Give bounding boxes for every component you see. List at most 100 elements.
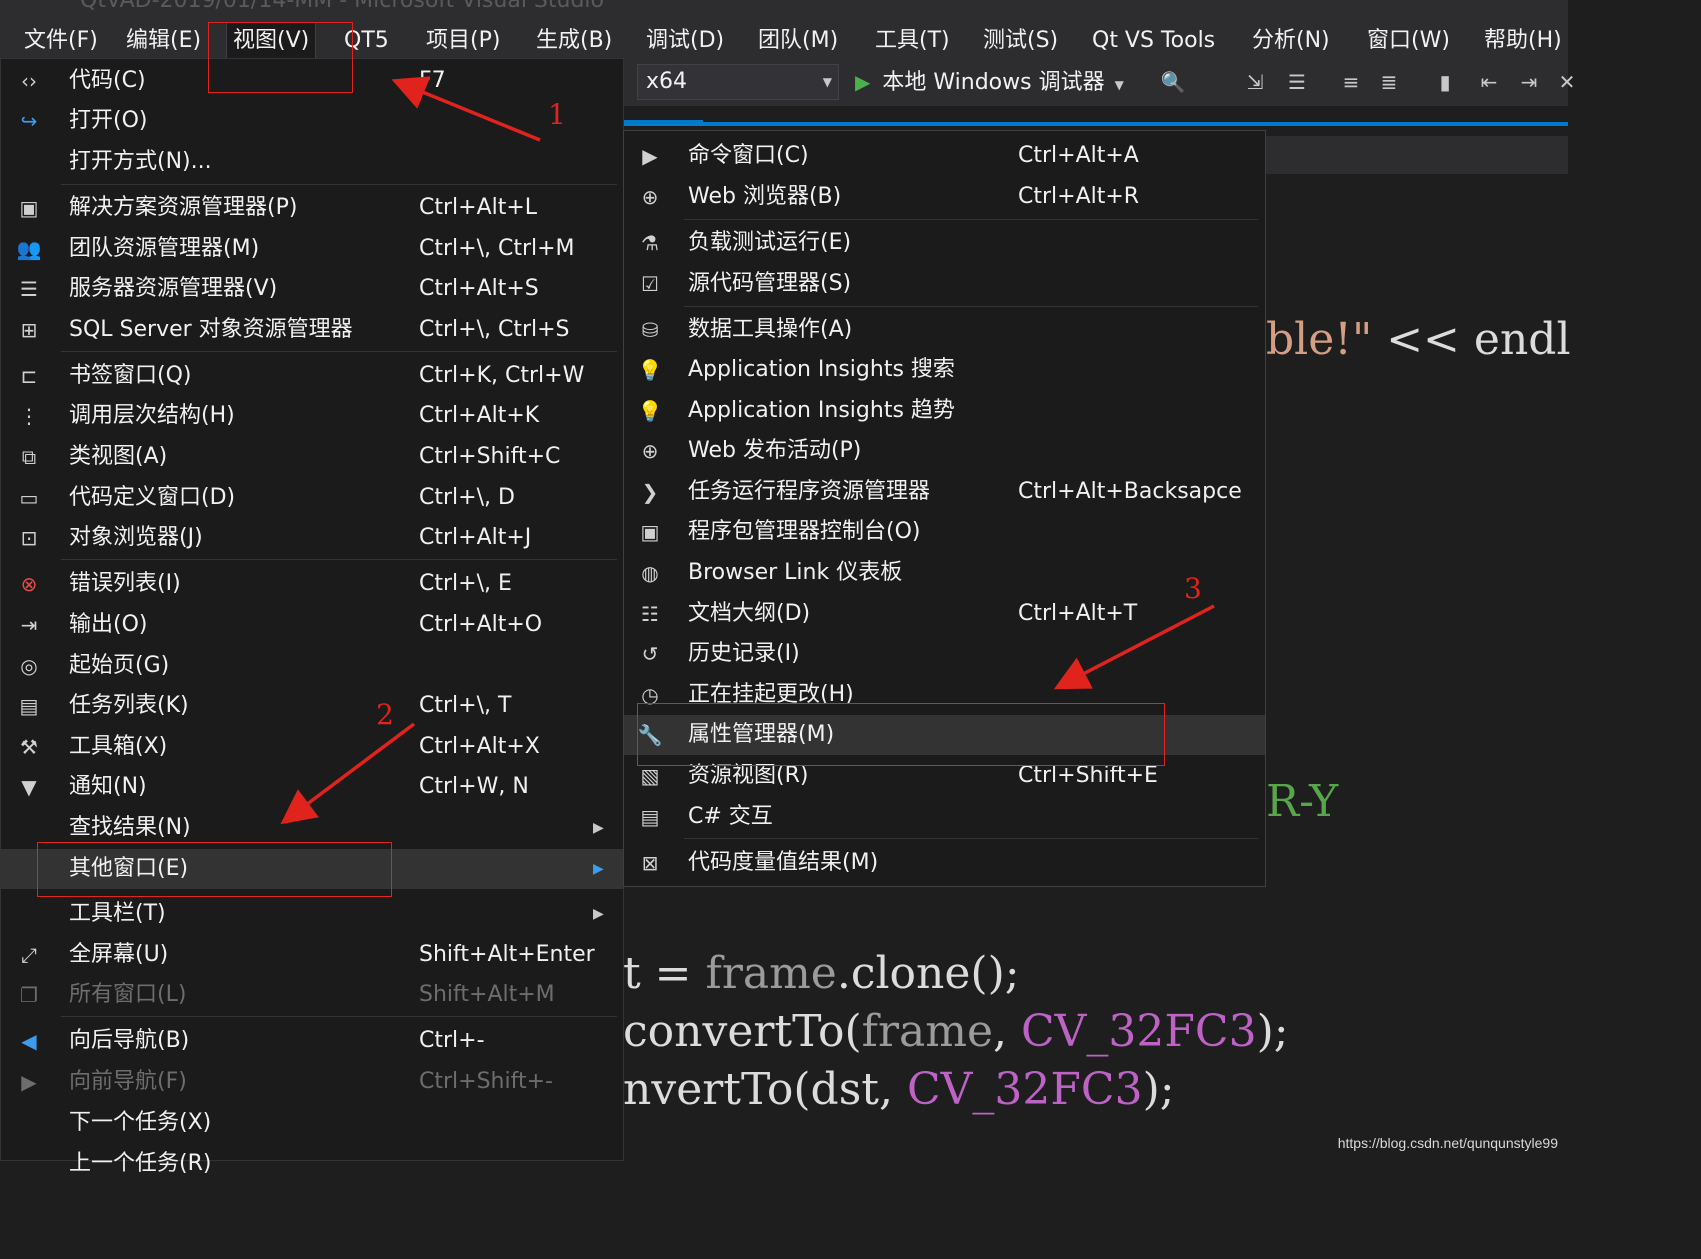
menu-item-shortcut: Ctrl+Alt+O bbox=[419, 612, 543, 637]
menu-item-label: 历史记录(I) bbox=[688, 641, 800, 666]
menu-item-shortcut: Ctrl+Alt+J bbox=[419, 525, 532, 550]
menu-item[interactable]: ⇥ 输出(O) Ctrl+Alt+O bbox=[1, 605, 623, 645]
menu-item-shortcut: Ctrl+Alt+T bbox=[1018, 601, 1138, 626]
menu-item[interactable]: ⊡ 对象浏览器(J) Ctrl+Alt+J bbox=[1, 518, 623, 558]
start-page-icon: ◎ bbox=[20, 654, 38, 678]
all-windows-icon: ❐ bbox=[20, 983, 38, 1007]
menubar-item[interactable]: 编辑(E) bbox=[120, 22, 207, 60]
menu-item[interactable]: ▤ C# 交互 bbox=[624, 797, 1265, 837]
menubar-item[interactable]: 团队(M) bbox=[752, 22, 844, 60]
app-insights-search-icon: 💡 bbox=[637, 358, 663, 382]
menu-item[interactable]: ▭ 代码定义窗口(D) Ctrl+\, D bbox=[1, 478, 623, 518]
code-definition-icon: ▭ bbox=[19, 486, 39, 510]
menu-item[interactable]: 💡 Application Insights 搜索 bbox=[624, 350, 1265, 390]
menu-item[interactable]: ⛁ 数据工具操作(A) bbox=[624, 310, 1265, 350]
close-icon[interactable]: ✕ bbox=[1553, 68, 1581, 96]
submenu-arrow-icon: ▶ bbox=[593, 820, 604, 836]
fullscreen-icon: ⤢ bbox=[21, 943, 37, 967]
menu-item[interactable]: ⊗ 错误列表(I) Ctrl+\, E bbox=[1, 564, 623, 604]
menu-item[interactable]: ◍ Browser Link 仪表板 bbox=[624, 553, 1265, 593]
menu-item[interactable]: 下一个任务(X) bbox=[1, 1103, 623, 1143]
menu-item[interactable]: ▶ 命令窗口(C) Ctrl+Alt+A bbox=[624, 136, 1265, 176]
menubar-item[interactable]: 工具(T) bbox=[869, 22, 956, 60]
object-browser-icon: ⊡ bbox=[20, 526, 38, 550]
error-list-icon: ⊗ bbox=[20, 572, 38, 596]
indent-icon[interactable]: ☰ bbox=[1283, 68, 1311, 96]
uncomment-icon[interactable]: ≣ bbox=[1375, 68, 1403, 96]
menu-item[interactable]: 👥 团队资源管理器(M) Ctrl+\, Ctrl+M bbox=[1, 229, 623, 269]
menu-item[interactable]: ⚗ 负载测试运行(E) bbox=[624, 223, 1265, 263]
menu-item-label: SQL Server 对象资源管理器 bbox=[69, 317, 353, 342]
menu-item[interactable]: 工具栏(T) ▶ bbox=[1, 894, 623, 934]
bookmark-icon[interactable]: ▮ bbox=[1431, 68, 1459, 96]
menu-item[interactable]: ▤ 任务列表(K) Ctrl+\, T bbox=[1, 686, 623, 726]
menu-item[interactable]: ⋮ 调用层次结构(H) Ctrl+Alt+K bbox=[1, 396, 623, 436]
prev-bookmark-icon[interactable]: ⇤ bbox=[1475, 68, 1503, 96]
menu-separator bbox=[61, 184, 617, 185]
menu-item[interactable]: 上一个任务(R) bbox=[1, 1144, 623, 1184]
menubar-item[interactable]: 窗口(W) bbox=[1361, 22, 1456, 60]
menu-item-shortcut: Ctrl+Shift+- bbox=[419, 1069, 553, 1094]
menu-item[interactable]: ☷ 文档大纲(D) Ctrl+Alt+T bbox=[624, 594, 1265, 634]
menu-item-shortcut: Ctrl+- bbox=[419, 1028, 485, 1053]
submenu-arrow-icon: ▶ bbox=[593, 906, 604, 922]
menu-item[interactable]: ▣ 解决方案资源管理器(P) Ctrl+Alt+L bbox=[1, 188, 623, 228]
platform-dropdown[interactable]: x64 ▼ bbox=[637, 64, 839, 100]
menubar-item[interactable]: 测试(S) bbox=[977, 22, 1064, 60]
comment-icon[interactable]: ≡ bbox=[1337, 68, 1365, 96]
submenu-arrow-icon: ▶ bbox=[593, 861, 604, 877]
menubar-item[interactable]: 文件(F) bbox=[18, 22, 104, 60]
menu-item-label: 所有窗口(L) bbox=[69, 982, 187, 1007]
find-in-files-icon[interactable]: 🔍 bbox=[1159, 68, 1187, 96]
bookmark-window-icon: ⊏ bbox=[20, 364, 38, 388]
menu-item[interactable]: ▣ 程序包管理器控制台(O) bbox=[624, 512, 1265, 552]
menu-item[interactable]: ↪ 打开(O) bbox=[1, 101, 623, 141]
code-line: convertTo(frame, CV_32FC3); bbox=[623, 1006, 1289, 1057]
menubar-item[interactable]: 项目(P) bbox=[420, 22, 506, 60]
menu-item-shortcut: Ctrl+Alt+S bbox=[419, 276, 539, 301]
menubar-item[interactable]: 调试(D) bbox=[640, 22, 730, 60]
menu-item-shortcut: Ctrl+Alt+R bbox=[1018, 184, 1140, 209]
menubar-item[interactable]: 生成(B) bbox=[530, 22, 618, 60]
class-view-icon: ⧉ bbox=[21, 445, 37, 469]
menu-item[interactable]: ⊏ 书签窗口(Q) Ctrl+K, Ctrl+W bbox=[1, 356, 623, 396]
menu-item-label: 命令窗口(C) bbox=[688, 143, 809, 168]
menu-item[interactable]: ⚒ 工具箱(X) Ctrl+Alt+X bbox=[1, 727, 623, 767]
menu-item-label: 错误列表(I) bbox=[69, 571, 181, 596]
web-publish-icon: ⊕ bbox=[641, 439, 659, 463]
menu-item-label: 输出(O) bbox=[69, 612, 148, 637]
active-tab-indicator bbox=[623, 120, 703, 126]
open-icon: ↪ bbox=[20, 109, 38, 133]
menu-item[interactable]: ▼ 通知(N) Ctrl+W, N bbox=[1, 767, 623, 807]
menu-item[interactable]: ⊕ Web 发布活动(P) bbox=[624, 431, 1265, 471]
menubar-item[interactable]: 分析(N) bbox=[1246, 22, 1336, 60]
menu-item-label: 通知(N) bbox=[69, 774, 147, 799]
menu-item[interactable]: ☑ 源代码管理器(S) bbox=[624, 264, 1265, 304]
next-bookmark-icon[interactable]: ⇥ bbox=[1515, 68, 1543, 96]
menu-item[interactable]: 打开方式(N)... bbox=[1, 142, 623, 182]
menu-item-label: 工具栏(T) bbox=[69, 901, 166, 926]
menu-item-label: Browser Link 仪表板 bbox=[688, 560, 903, 585]
menu-item[interactable]: ☰ 服务器资源管理器(V) Ctrl+Alt+S bbox=[1, 269, 623, 309]
menu-item-label: 任务运行程序资源管理器 bbox=[688, 479, 931, 504]
menu-item[interactable]: ⧉ 类视图(A) Ctrl+Shift+C bbox=[1, 437, 623, 477]
task-list-icon: ▤ bbox=[19, 694, 39, 718]
start-debugger-button[interactable]: ▶ 本地 Windows 调试器 ▼ bbox=[855, 64, 1124, 100]
menubar-item[interactable]: 帮助(H) bbox=[1478, 22, 1568, 60]
menu-item[interactable]: ◀ 向后导航(B) Ctrl+- bbox=[1, 1021, 623, 1061]
menubar-item[interactable]: Qt VS Tools bbox=[1086, 22, 1221, 60]
menu-item[interactable]: ⤢ 全屏幕(U) Shift+Alt+Enter bbox=[1, 935, 623, 975]
menu-item[interactable]: ⊠ 代码度量值结果(M) bbox=[624, 843, 1265, 883]
menu-item-shortcut: Ctrl+\, E bbox=[419, 571, 512, 596]
menu-item-label: 代码定义窗口(D) bbox=[69, 485, 236, 510]
menu-item[interactable]: ↺ 历史记录(I) bbox=[624, 634, 1265, 674]
menu-item-label: Web 浏览器(B) bbox=[688, 184, 842, 209]
menu-item[interactable]: ⊕ Web 浏览器(B) Ctrl+Alt+R bbox=[624, 177, 1265, 217]
breakpoint-icon[interactable]: ⇲ bbox=[1241, 68, 1269, 96]
menu-item[interactable]: ❯ 任务运行程序资源管理器 Ctrl+Alt+Backsapce bbox=[624, 472, 1265, 512]
menu-item-shortcut: Ctrl+W, N bbox=[419, 774, 529, 799]
menu-item[interactable]: ⊞ SQL Server 对象资源管理器 Ctrl+\, Ctrl+S bbox=[1, 310, 623, 350]
menu-item[interactable]: 💡 Application Insights 趋势 bbox=[624, 391, 1265, 431]
menu-item[interactable]: ◎ 起始页(G) bbox=[1, 646, 623, 686]
menu-item-shortcut: Ctrl+Alt+K bbox=[419, 403, 540, 428]
